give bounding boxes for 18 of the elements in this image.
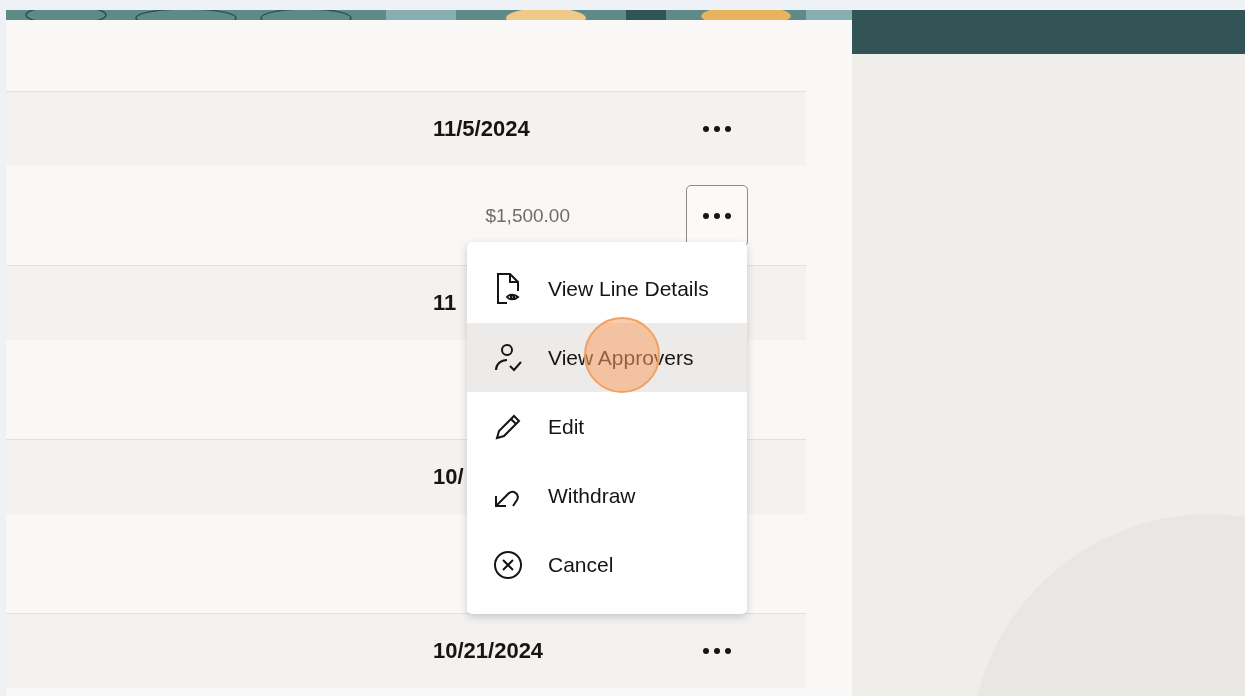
circle-x-icon: [492, 548, 524, 581]
menu-item[interactable]: Edit: [467, 392, 747, 461]
menu-item-label: Cancel: [548, 552, 614, 577]
person-check-icon: [492, 342, 524, 373]
menu-item[interactable]: View Line Details: [467, 254, 747, 323]
date-text: 10/21/2024: [433, 638, 544, 664]
more-icon: [702, 647, 732, 655]
date-text: 11/5/2024: [433, 116, 530, 142]
date-text: 10/: [433, 464, 464, 490]
menu-item[interactable]: Withdraw: [467, 461, 747, 530]
menu-item-label: Withdraw: [548, 483, 636, 508]
menu-item-label: Edit: [548, 414, 585, 439]
more-icon: [702, 125, 732, 133]
menu-item-label: View Line Details: [548, 276, 709, 301]
more-icon: [702, 212, 732, 220]
amount-text: $1,500.00: [485, 205, 570, 227]
date-text: 11: [433, 290, 457, 316]
menu-item[interactable]: Cancel: [467, 530, 747, 599]
